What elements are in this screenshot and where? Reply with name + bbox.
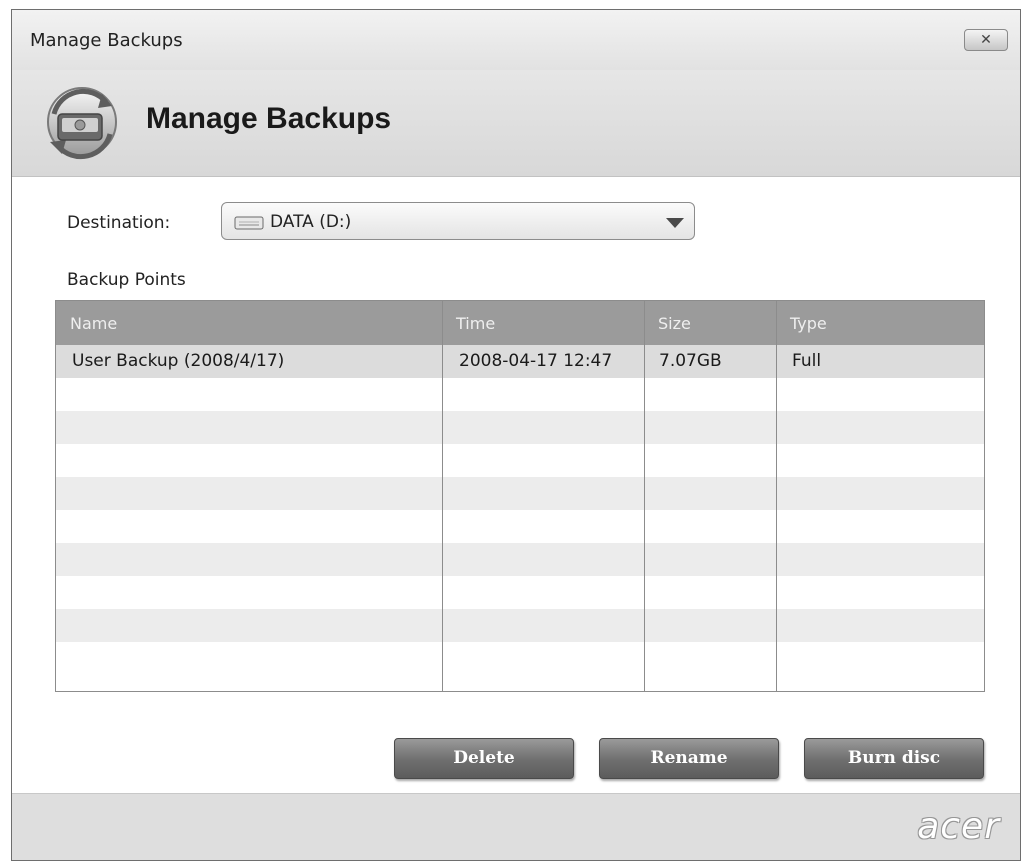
- burn-disc-button[interactable]: Burn disc: [804, 738, 984, 779]
- empty-row: [56, 378, 984, 411]
- footer-bar: acer: [12, 793, 1020, 860]
- header-banner: Manage Backups: [12, 70, 1020, 177]
- empty-row: [56, 609, 984, 642]
- column-divider: [776, 301, 777, 691]
- row-time: 2008-04-17 12:47: [459, 351, 613, 371]
- chevron-down-icon: [666, 218, 684, 228]
- row-type: Full: [792, 351, 822, 371]
- column-header-size[interactable]: Size: [658, 314, 691, 333]
- column-header-time[interactable]: Time: [456, 314, 495, 333]
- empty-row: [56, 642, 984, 675]
- window-title: Manage Backups: [30, 30, 183, 51]
- table-row[interactable]: User Backup (2008/4/17) 2008-04-17 12:47…: [56, 345, 984, 378]
- empty-row: [56, 510, 984, 543]
- acer-logo: acer: [917, 806, 1000, 847]
- title-bar: Manage Backups ✕: [12, 10, 1020, 70]
- empty-row: [56, 477, 984, 510]
- table-header: Name Time Size Type: [56, 301, 984, 345]
- drive-icon: [234, 216, 264, 230]
- column-divider: [644, 301, 645, 691]
- page-title: Manage Backups: [146, 102, 392, 135]
- manage-backups-window: Manage Backups ✕ Manage Backups Destinat…: [11, 9, 1021, 861]
- destination-label: Destination:: [67, 213, 171, 233]
- backup-drive-icon: [47, 87, 117, 160]
- empty-row: [56, 543, 984, 576]
- column-header-name[interactable]: Name: [70, 314, 117, 333]
- row-size: 7.07GB: [659, 351, 722, 371]
- destination-dropdown[interactable]: DATA (D:): [221, 202, 695, 240]
- close-icon: ✕: [980, 32, 992, 48]
- column-header-type[interactable]: Type: [790, 314, 827, 333]
- row-name: User Backup (2008/4/17): [72, 351, 285, 371]
- rename-button[interactable]: Rename: [599, 738, 779, 779]
- close-button[interactable]: ✕: [964, 29, 1008, 51]
- backup-points-label: Backup Points: [67, 270, 186, 290]
- empty-row: [56, 444, 984, 477]
- delete-button[interactable]: Delete: [394, 738, 574, 779]
- backup-points-table: Name Time Size Type User Backup (2008/4/…: [55, 300, 985, 692]
- column-divider: [442, 301, 443, 691]
- empty-row: [56, 576, 984, 609]
- destination-value: DATA (D:): [270, 212, 352, 232]
- empty-row: [56, 411, 984, 444]
